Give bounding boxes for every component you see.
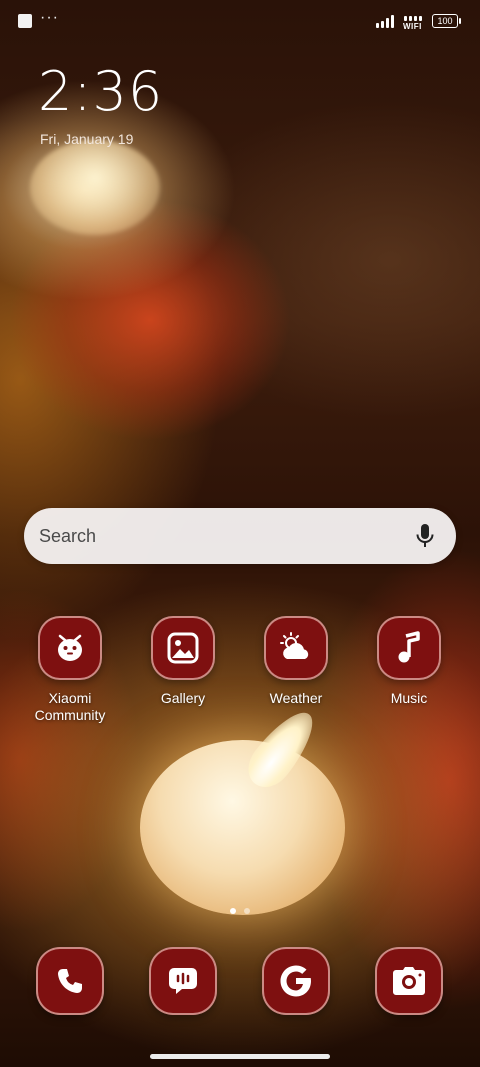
weather-icon[interactable]	[264, 616, 328, 680]
app-gallery[interactable]: Gallery	[133, 616, 233, 707]
battery-icon: 100	[432, 14, 461, 28]
page-indicator	[0, 908, 480, 914]
search-placeholder[interactable]: Search	[39, 526, 410, 547]
messages-icon[interactable]	[149, 947, 217, 1015]
app-label: Xiaomi Community	[34, 690, 106, 723]
page-dot	[244, 908, 250, 914]
dock-messages[interactable]	[149, 947, 217, 1015]
search-bar[interactable]: Search	[24, 508, 456, 564]
camera-icon[interactable]	[375, 947, 443, 1015]
clock-time[interactable]: 2:36	[38, 60, 163, 123]
google-icon[interactable]	[262, 947, 330, 1015]
app-weather[interactable]: Weather	[246, 616, 346, 707]
clock-date[interactable]: Fri, January 19	[40, 131, 133, 147]
home-indicator[interactable]	[150, 1054, 330, 1059]
phone-icon[interactable]	[36, 947, 104, 1015]
page-dot-active	[230, 908, 236, 914]
wifi-icon	[404, 13, 422, 21]
signal-strength-icon	[376, 14, 394, 28]
notification-app-icon	[18, 14, 32, 28]
wallpaper-candle-blur	[30, 140, 160, 235]
dock-camera[interactable]	[375, 947, 443, 1015]
app-label: Weather	[269, 690, 323, 706]
app-xiaomi-community[interactable]: Xiaomi Community	[20, 616, 120, 724]
music-icon[interactable]	[377, 616, 441, 680]
microphone-icon[interactable]	[410, 521, 440, 551]
app-music[interactable]: Music	[359, 616, 459, 707]
more-notifications-icon: ···	[40, 9, 59, 26]
gallery-icon[interactable]	[151, 616, 215, 680]
dock-phone[interactable]	[36, 947, 104, 1015]
dock-google[interactable]	[262, 947, 330, 1015]
wifi-label: WIFI	[403, 22, 422, 31]
app-label: Music	[390, 690, 428, 706]
xiaomi-community-icon[interactable]	[38, 616, 102, 680]
app-label: Gallery	[160, 690, 206, 706]
wallpaper-candle	[140, 740, 345, 915]
status-bar: ··· WIFI 100	[0, 0, 480, 42]
